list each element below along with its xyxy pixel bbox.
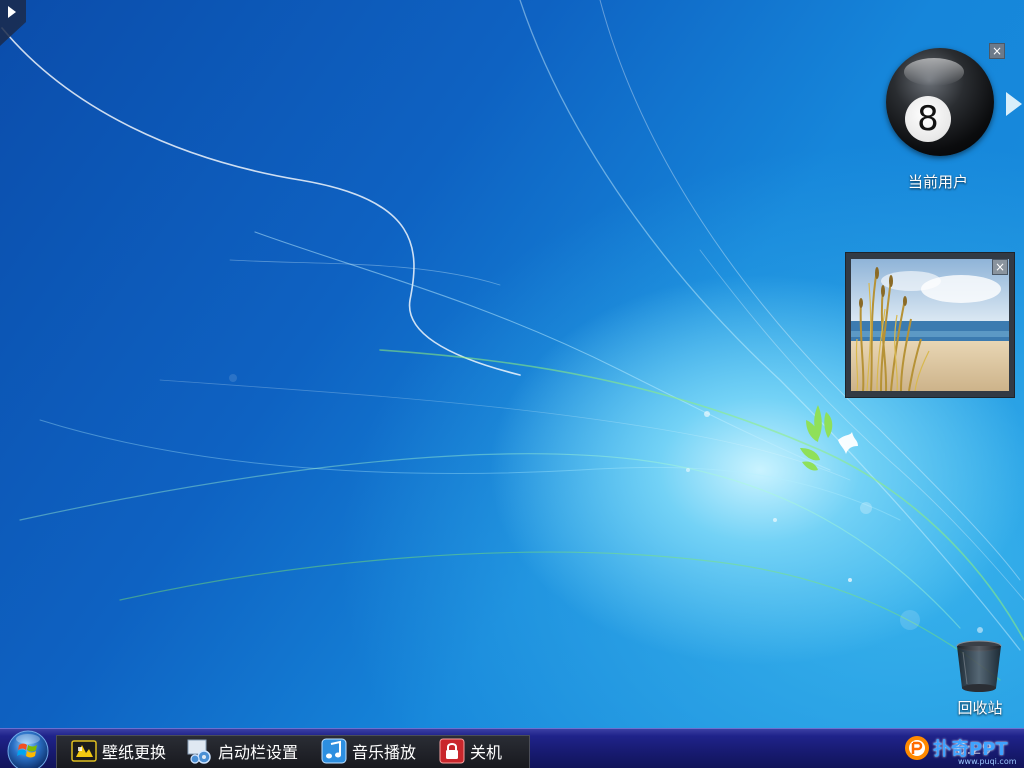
wallpaper-change-label: 壁纸更换 <box>102 743 167 762</box>
bird-sprig <box>800 405 833 471</box>
start-orb-windows-icon[interactable] <box>4 729 50 768</box>
current-user-widget: × 8 当前用户 <box>878 40 1024 200</box>
close-icon: × <box>994 260 1006 274</box>
startbar-settings-label: 启动栏设置 <box>218 743 299 762</box>
shutdown-label: 关机 <box>470 743 503 762</box>
user-widget-expand-arrow-icon[interactable] <box>1006 92 1022 116</box>
recycle-bin[interactable]: 回收站 <box>945 638 1015 720</box>
taskbar: 壁纸更换 启动栏设置 音乐播放 关机 6:29 扑奇PPT www.puqi.c… <box>0 728 1024 768</box>
music-icon <box>321 738 347 764</box>
close-icon: × <box>991 44 1003 58</box>
beach-photo <box>851 259 1009 391</box>
lock-icon <box>439 738 465 764</box>
ball-shine <box>904 58 964 86</box>
brand-logo-icon <box>905 736 929 760</box>
trash-bin-icon <box>956 640 1002 692</box>
desktop: × 8 当前用户 × 回收站 壁纸更换 启动栏设置 音乐播放 关机 6:29 扑… <box>0 0 1024 768</box>
eight-ball-avatar[interactable]: 8 <box>886 48 994 156</box>
wallpaper-change-button[interactable]: 壁纸更换 <box>70 736 166 766</box>
photo-widget-close-button[interactable]: × <box>992 259 1008 275</box>
ball-number: 8 <box>905 96 951 142</box>
photo-frame-widget[interactable]: × <box>845 252 1015 398</box>
shutdown-button[interactable]: 关机 <box>438 736 502 766</box>
current-user-label: 当前用户 <box>907 173 968 191</box>
wallpaper-icon <box>71 740 97 762</box>
user-widget-close-button[interactable]: × <box>989 43 1005 59</box>
recycle-bin-label: 回收站 <box>957 699 1003 717</box>
brand-url: www.puqi.com <box>958 757 1017 766</box>
system-tray: 6:29 扑奇PPT www.puqi.com <box>898 731 1024 768</box>
music-play-button[interactable]: 音乐播放 <box>320 736 416 766</box>
music-play-label: 音乐播放 <box>352 743 417 762</box>
corner-expand-icon[interactable] <box>0 0 26 46</box>
settings-gear-icon <box>187 739 211 764</box>
startbar-settings-button[interactable]: 启动栏设置 <box>186 736 298 766</box>
